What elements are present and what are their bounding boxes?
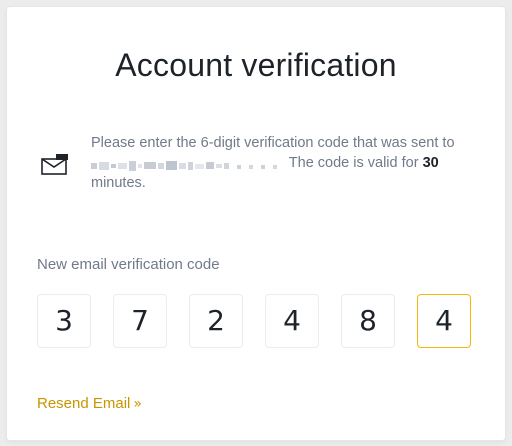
mail-icon [41,154,69,176]
validity-duration: 30 [422,155,439,171]
code-digit-box-2[interactable]: 7 [113,294,167,348]
code-digit-box-5[interactable]: 8 [341,294,395,348]
verification-code-input: 3 7 2 4 8 4 [37,294,477,348]
code-field-label: New email verification code [37,256,220,273]
code-digit-box-6[interactable]: 4 [417,294,471,348]
resend-email-label: Resend Email [37,395,131,412]
code-digit-box-3[interactable]: 2 [189,294,243,348]
verification-card: Account verification Please enter the 6-… [7,7,505,440]
resend-email-link[interactable]: Resend Email» [37,394,142,414]
verification-description: Please enter the 6-digit verification co… [91,133,483,193]
description-middle: The code is valid for [285,155,423,171]
masked-email [91,157,285,172]
description-suffix: minutes. [91,175,146,191]
screen-frame: Account verification Please enter the 6-… [0,0,512,446]
page-title: Account verification [115,47,397,83]
code-digit-box-1[interactable]: 3 [37,294,91,348]
double-chevron-right-icon: » [133,396,142,412]
description-prefix: Please enter the 6-digit verification co… [91,135,455,151]
code-digit-box-4[interactable]: 4 [265,294,319,348]
